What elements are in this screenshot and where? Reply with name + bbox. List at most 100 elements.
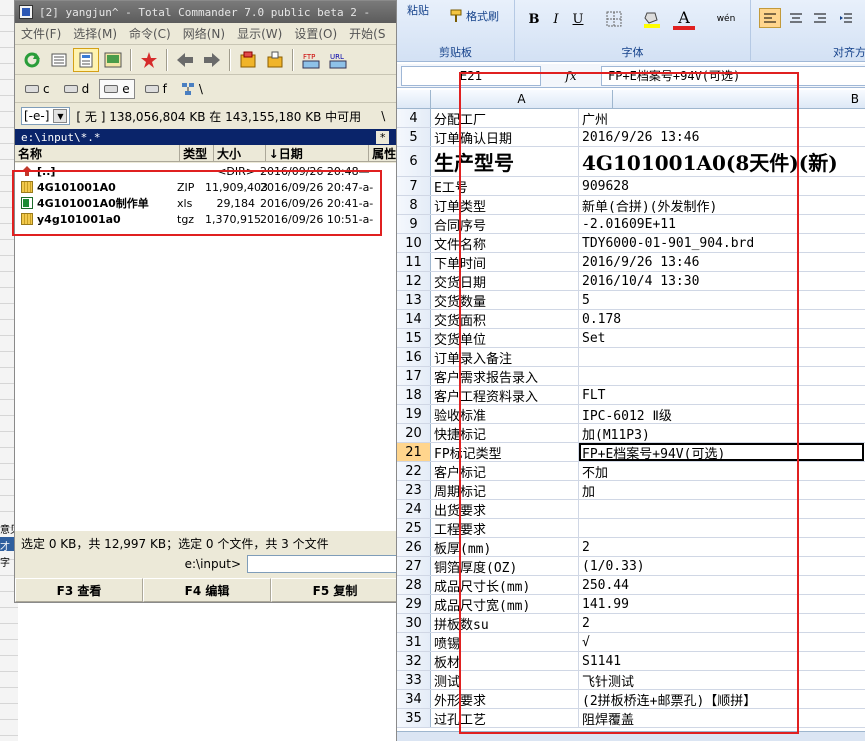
- row-number[interactable]: 9: [397, 215, 431, 233]
- row-number[interactable]: 7: [397, 177, 431, 195]
- sheet-row[interactable]: 21 FP标记类型 FP+E档案号+94V(可选): [397, 443, 865, 462]
- sheet-row[interactable]: 27 铜箔厚度(OZ) (1/0.33): [397, 557, 865, 576]
- row-number[interactable]: 27: [397, 557, 431, 575]
- cell-field-label[interactable]: 订单确认日期: [431, 128, 579, 146]
- row-number[interactable]: 30: [397, 614, 431, 632]
- formula-input[interactable]: FP+E档案号+94V(可选): [601, 65, 865, 86]
- cell-field-value[interactable]: 加: [579, 481, 864, 500]
- sheet-row[interactable]: 22 客户标记 不加: [397, 462, 865, 481]
- drive-e-button[interactable]: e: [99, 78, 135, 99]
- cell-field-value[interactable]: (2拼板桥连+邮票孔)【顺拼】: [579, 690, 864, 709]
- row-number[interactable]: 4: [397, 109, 431, 127]
- f4-edit-button[interactable]: F4 编辑: [143, 578, 271, 602]
- cell-field-value[interactable]: IPC-6012 Ⅱ级: [579, 405, 864, 424]
- sheet-row[interactable]: 28 成品尺寸长(mm) 250.44: [397, 576, 865, 595]
- cell-field-label[interactable]: 文件名称: [431, 234, 579, 252]
- cell-field-label[interactable]: 板厚(mm): [431, 538, 579, 556]
- cell-field-value[interactable]: 2016/10/4 13:30: [579, 272, 864, 290]
- format-painter-button[interactable]: 格式刷: [449, 8, 499, 24]
- cell-field-value[interactable]: 2016/9/26 13:46: [579, 128, 864, 146]
- file-list[interactable]: [..] <DIR> 2016/09/26 20:48— 4G101001A0 …: [15, 163, 397, 531]
- cell-field-label[interactable]: 订单录入备注: [431, 348, 579, 366]
- row-number[interactable]: 34: [397, 690, 431, 708]
- menu-show[interactable]: 显示(W): [231, 25, 288, 42]
- sheet-row[interactable]: 5 订单确认日期 2016/9/26 13:46: [397, 128, 865, 147]
- menu-file[interactable]: 文件(F): [15, 25, 67, 42]
- cell-field-value[interactable]: S1141: [579, 652, 864, 670]
- cell-field-value[interactable]: [579, 367, 864, 385]
- row-number[interactable]: 14: [397, 310, 431, 328]
- row-number[interactable]: 5: [397, 128, 431, 146]
- sheet-row[interactable]: 11 下单时间 2016/9/26 13:46: [397, 253, 865, 272]
- row-number[interactable]: 12: [397, 272, 431, 290]
- phonetic-guide-button[interactable]: wén: [711, 8, 741, 30]
- f3-view-button[interactable]: F3 查看: [15, 578, 143, 602]
- sheet-row[interactable]: 23 周期标记加: [397, 481, 865, 500]
- pack-button[interactable]: [235, 48, 261, 72]
- menu-select[interactable]: 选择(M): [67, 25, 123, 42]
- brief-view-button[interactable]: [46, 48, 72, 72]
- col-date-header[interactable]: ↓日期: [266, 145, 370, 161]
- cell-field-label[interactable]: 合同序号: [431, 215, 579, 233]
- sheet-row[interactable]: 31 喷锡 √: [397, 633, 865, 652]
- cell-field-value[interactable]: 2: [579, 614, 864, 632]
- current-path-bar[interactable]: e:\input\*.* *: [15, 129, 397, 145]
- cell-field-label[interactable]: 测试: [431, 671, 579, 689]
- cell-field-label[interactable]: 订单类型: [431, 196, 579, 214]
- align-center-button[interactable]: [785, 8, 807, 28]
- cell-field-label[interactable]: 验收标准: [431, 405, 579, 423]
- cell-field-value[interactable]: -2.01609E+11: [579, 215, 864, 233]
- cell-field-label[interactable]: 成品尺寸长(mm): [431, 576, 579, 594]
- sheet-row[interactable]: 8 订单类型 新单(合拼)(外发制作): [397, 196, 865, 215]
- cell-field-label[interactable]: 周期标记: [431, 481, 579, 499]
- align-right-button[interactable]: [809, 8, 831, 28]
- sheet-row[interactable]: 9 合同序号 -2.01609E+11: [397, 215, 865, 234]
- cell-field-label[interactable]: 成品尺寸宽(mm): [431, 595, 579, 613]
- file-row[interactable]: 4G101001A0制作单 xls 29,184 2016/09/26 20:4…: [15, 195, 397, 211]
- sheet-row[interactable]: 13 交货数量 5: [397, 291, 865, 310]
- cell-field-label[interactable]: 下单时间: [431, 253, 579, 271]
- cell-field-label[interactable]: FP标记类型: [431, 443, 579, 461]
- invert-selection-button[interactable]: [136, 48, 162, 72]
- cell-field-label[interactable]: 外形要求: [431, 690, 579, 708]
- row-number[interactable]: 35: [397, 709, 431, 727]
- cell-field-value[interactable]: [579, 500, 864, 518]
- cell-field-value[interactable]: 5: [579, 291, 864, 309]
- row-number[interactable]: 16: [397, 348, 431, 366]
- ftp-button[interactable]: FTP: [298, 48, 324, 72]
- fx-icon[interactable]: fx: [541, 69, 601, 83]
- column-b-header[interactable]: B: [613, 90, 865, 108]
- file-row[interactable]: y4g101001a0 tgz 1,370,915 2016/09/26 10:…: [15, 211, 397, 227]
- sheet-row[interactable]: 17 客户需求报告录入: [397, 367, 865, 386]
- history-star-button[interactable]: *: [376, 130, 389, 144]
- drive-d-button[interactable]: d: [60, 80, 94, 98]
- row-number[interactable]: 8: [397, 196, 431, 214]
- sheet-row[interactable]: 4 分配工厂 广州: [397, 109, 865, 128]
- fill-color-button[interactable]: [637, 10, 667, 28]
- menu-start[interactable]: 开始(S: [343, 25, 391, 42]
- row-number[interactable]: 23: [397, 481, 431, 499]
- cell-field-value[interactable]: 2016/9/26 13:46: [579, 253, 864, 271]
- thumbnail-view-button[interactable]: [100, 48, 126, 72]
- border-button[interactable]: [599, 10, 629, 28]
- cell-field-label[interactable]: 铜箔厚度(OZ): [431, 557, 579, 575]
- cell-field-label[interactable]: 交货单位: [431, 329, 579, 347]
- menu-command[interactable]: 命令(C): [123, 25, 177, 42]
- row-number[interactable]: 24: [397, 500, 431, 518]
- row-number[interactable]: 19: [397, 405, 431, 423]
- file-row[interactable]: 4G101001A0 ZIP 11,909,403 2016/09/26 20:…: [15, 179, 397, 195]
- network-drive-button[interactable]: \: [177, 80, 207, 98]
- cell-field-value[interactable]: 0.178: [579, 310, 864, 328]
- cell-field-value[interactable]: 不加: [579, 462, 864, 481]
- cell-field-value[interactable]: FP+E档案号+94V(可选): [579, 443, 864, 461]
- cell-field-value[interactable]: 250.44: [579, 576, 864, 594]
- drive-c-button[interactable]: c: [21, 80, 54, 98]
- cell-field-value[interactable]: 加(M11P3): [579, 424, 864, 443]
- cell-field-label[interactable]: 出货要求: [431, 500, 579, 518]
- font-color-button[interactable]: A: [673, 8, 695, 30]
- refresh-button[interactable]: [19, 48, 45, 72]
- cell-field-value[interactable]: (1/0.33): [579, 557, 864, 575]
- cell-field-value[interactable]: TDY6000-01-901_904.brd: [579, 234, 864, 252]
- row-number[interactable]: 33: [397, 671, 431, 689]
- row-number[interactable]: 13: [397, 291, 431, 309]
